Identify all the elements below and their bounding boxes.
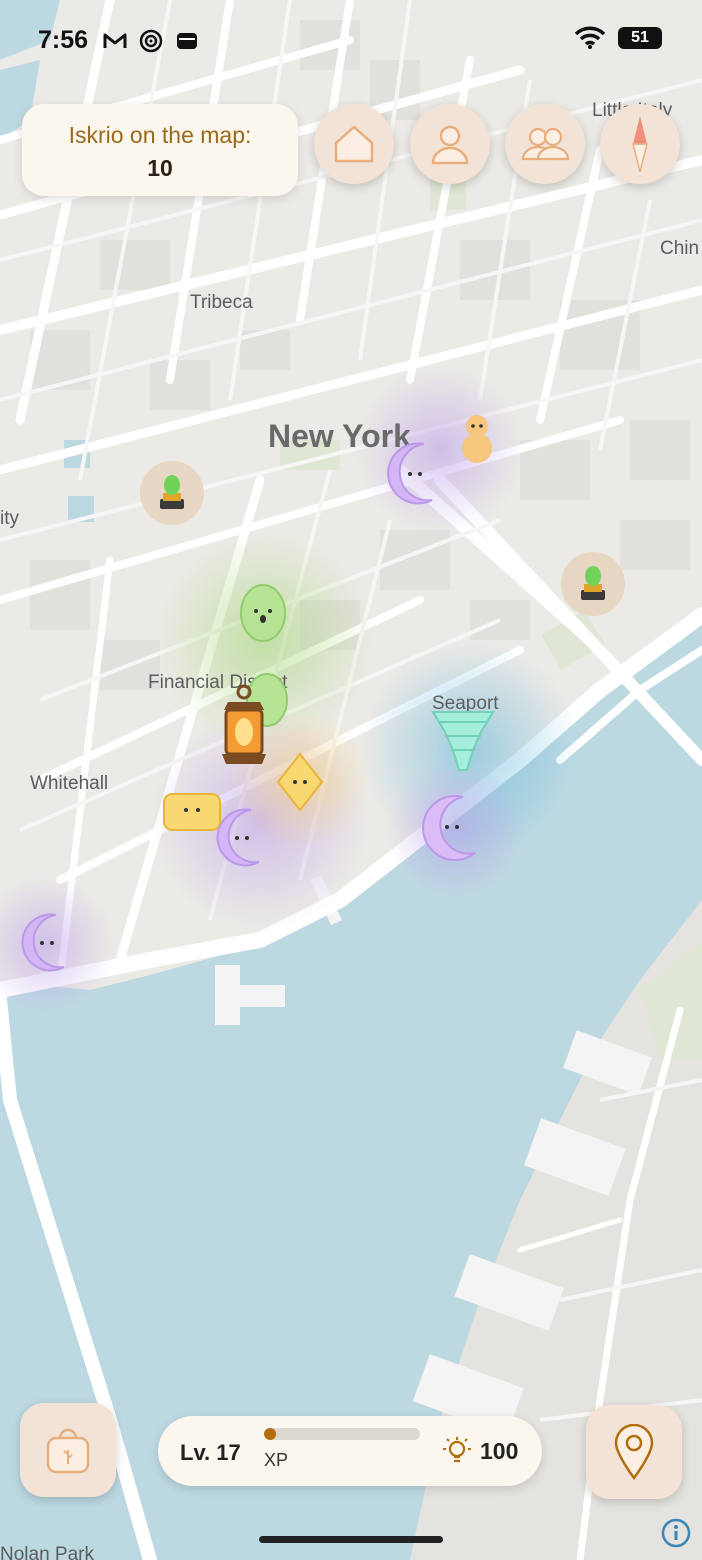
counter-label: Iskrio on the map: [68, 122, 252, 148]
pier [240, 985, 285, 1007]
glow-purple [385, 760, 525, 900]
map-label-seaport: Seaport [432, 693, 499, 714]
map-label-tribeca: Tribeca [190, 292, 253, 313]
status-time: 7:56 [38, 26, 89, 54]
lantern-pedestal-icon[interactable] [561, 552, 625, 616]
person-icon [431, 125, 469, 165]
house-icon [334, 125, 374, 163]
map-label-nolan-park: Nolan Park [0, 1544, 94, 1560]
compass-icon [632, 116, 648, 173]
home-button[interactable] [314, 104, 394, 184]
map-label-whitehall: Whitehall [30, 773, 108, 794]
map-label-city-left: ity [0, 508, 20, 529]
iskrio-counter-card: Iskrio on the map: 10 [22, 104, 298, 196]
status-icons-left [102, 28, 200, 54]
profile-button[interactable] [410, 104, 490, 184]
lantern-pedestal-icon[interactable] [140, 461, 204, 525]
pier [215, 965, 240, 1025]
counter-value: 10 [147, 155, 173, 181]
home-indicator[interactable] [259, 1536, 443, 1543]
lightbulb-icon [442, 1436, 472, 1471]
map-label-city: New York [268, 418, 411, 454]
location-button[interactable] [586, 1405, 682, 1499]
gem-spirit-icon[interactable] [163, 793, 221, 831]
bag-button[interactable] [20, 1403, 116, 1497]
location-pin-icon [614, 1424, 654, 1480]
xp-progress-bar [264, 1428, 420, 1440]
level-label: Lv. 17 [180, 1440, 241, 1465]
info-icon[interactable] [661, 1518, 691, 1548]
wallet-icon [177, 33, 197, 49]
xp-label: XP [264, 1450, 289, 1470]
player-level-bar: Lv. 17 XP 100 [158, 1416, 542, 1486]
map-label-china: Chin [660, 238, 699, 259]
coin-count: 100 [480, 1438, 519, 1464]
status-icons-right: 51 [574, 26, 662, 50]
bag-icon [46, 1428, 90, 1474]
egg-spirit-icon[interactable] [240, 584, 286, 642]
battery-icon: 51 [618, 27, 662, 49]
gmail-icon [103, 33, 127, 48]
people-icon [521, 127, 570, 161]
xp-progress-fill [264, 1428, 277, 1440]
wifi-icon [574, 26, 606, 49]
map[interactable]: New York Tribeca Financial District Seap… [0, 0, 702, 1560]
spiral-app-icon [139, 29, 163, 53]
friends-button[interactable] [505, 104, 585, 184]
compass-button[interactable] [600, 104, 680, 184]
